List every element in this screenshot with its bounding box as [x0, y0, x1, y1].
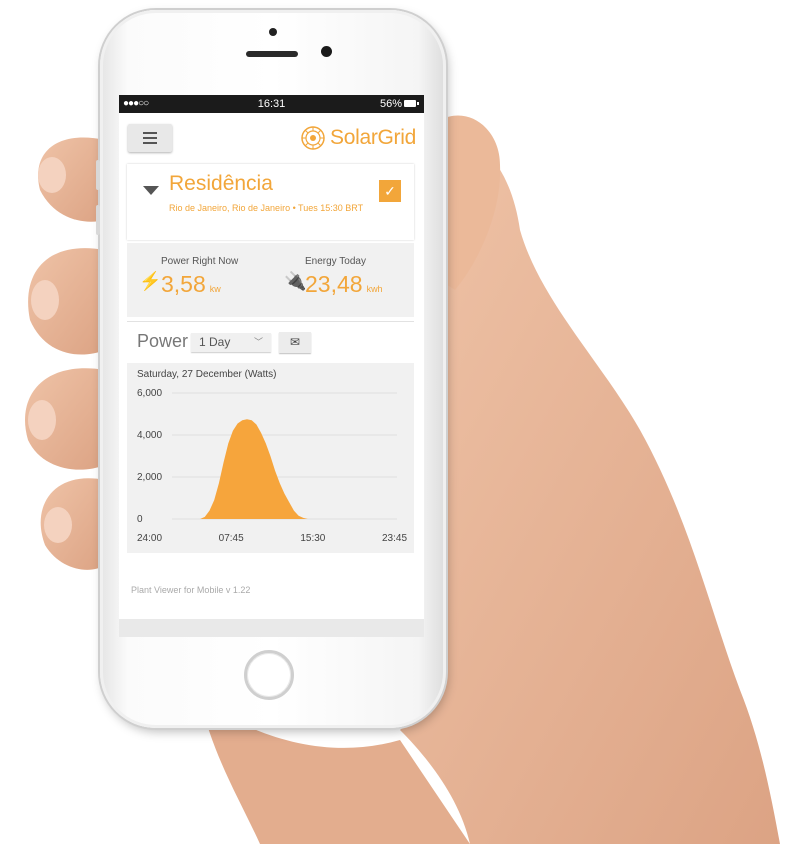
- energy-label: Energy Today: [305, 256, 366, 267]
- volume-button: [96, 205, 100, 235]
- checkbox-checked-icon[interactable]: ✓: [379, 180, 401, 202]
- lightning-icon: ⚡: [139, 271, 162, 291]
- brand-name: SolarGrid: [330, 126, 416, 149]
- power-unit: kw: [209, 284, 221, 294]
- power-controls: Power 1 Day ﹀ ✉: [127, 321, 414, 362]
- battery-icon: [404, 100, 419, 107]
- y-tick-label: 4,000: [137, 430, 162, 441]
- brand-logo: SolarGrid: [300, 125, 416, 151]
- home-button[interactable]: [244, 650, 294, 700]
- site-card[interactable]: Residência Rio de Janeiro, Rio de Janeir…: [127, 164, 414, 240]
- site-location: Rio de Janeiro, Rio de Janeiro • Tues 15…: [169, 203, 364, 213]
- hamburger-icon: [143, 132, 157, 134]
- status-time: 16:31: [257, 98, 286, 110]
- y-tick-label: 0: [137, 514, 143, 525]
- power-value-wrap: 3,58 kw: [161, 271, 221, 298]
- range-dropdown[interactable]: 1 Day ﹀: [191, 333, 271, 352]
- x-tick-label: 23:45: [382, 533, 407, 544]
- y-tick-label: 2,000: [137, 472, 162, 483]
- stats-panel: ⚡ Power Right Now 3,58 kw 🔌 Energy Today …: [127, 243, 414, 317]
- version-footer: Plant Viewer for Mobile v 1.22: [131, 585, 251, 595]
- power-value: 3,58: [161, 271, 206, 297]
- x-tick-label: 24:00: [137, 533, 162, 544]
- collapse-triangle-icon[interactable]: [143, 186, 159, 195]
- app-view: SolarGrid Residência Rio de Janeiro, Rio…: [119, 113, 424, 619]
- hamburger-icon: [143, 137, 157, 139]
- proximity-sensor: [269, 28, 277, 36]
- envelope-icon: ✉: [289, 335, 301, 349]
- energy-value: 23,48: [305, 271, 363, 297]
- email-button[interactable]: ✉: [279, 332, 311, 353]
- power-chart: Saturday, 27 December (Watts) 0 2,000 4,00…: [127, 363, 414, 553]
- app-bottom-bar: [119, 619, 424, 637]
- power-area-series: [172, 419, 397, 519]
- site-name: Residência: [169, 172, 273, 195]
- x-tick-label: 15:30: [300, 533, 325, 544]
- power-title: Power: [137, 331, 189, 351]
- y-tick-label: 6,000: [137, 388, 162, 399]
- energy-value-wrap: 23,48 kwh: [305, 271, 383, 298]
- x-tick-label: 07:45: [219, 533, 244, 544]
- energy-unit: kwh: [366, 284, 383, 294]
- range-value: 1 Day: [199, 335, 231, 349]
- phone-screen: ●●●○○ 16:31 56% SolarGrid Residência Rio…: [119, 95, 424, 637]
- menu-button[interactable]: [128, 124, 172, 152]
- chart-canvas: 0 2,000 4,000 6,000 24:00 07:45 15:30 23:45: [137, 388, 407, 544]
- sun-logo-icon: [301, 126, 325, 150]
- volume-button: [96, 160, 100, 190]
- earpiece: [246, 51, 298, 57]
- status-bar: ●●●○○ 16:31 56%: [119, 95, 424, 113]
- power-label: Power Right Now: [161, 256, 239, 267]
- chevron-down-icon: ﹀: [253, 337, 263, 347]
- battery-percent: 56%: [379, 98, 402, 110]
- front-camera: [321, 46, 332, 57]
- plug-icon: 🔌: [284, 271, 307, 291]
- hamburger-icon: [143, 142, 157, 144]
